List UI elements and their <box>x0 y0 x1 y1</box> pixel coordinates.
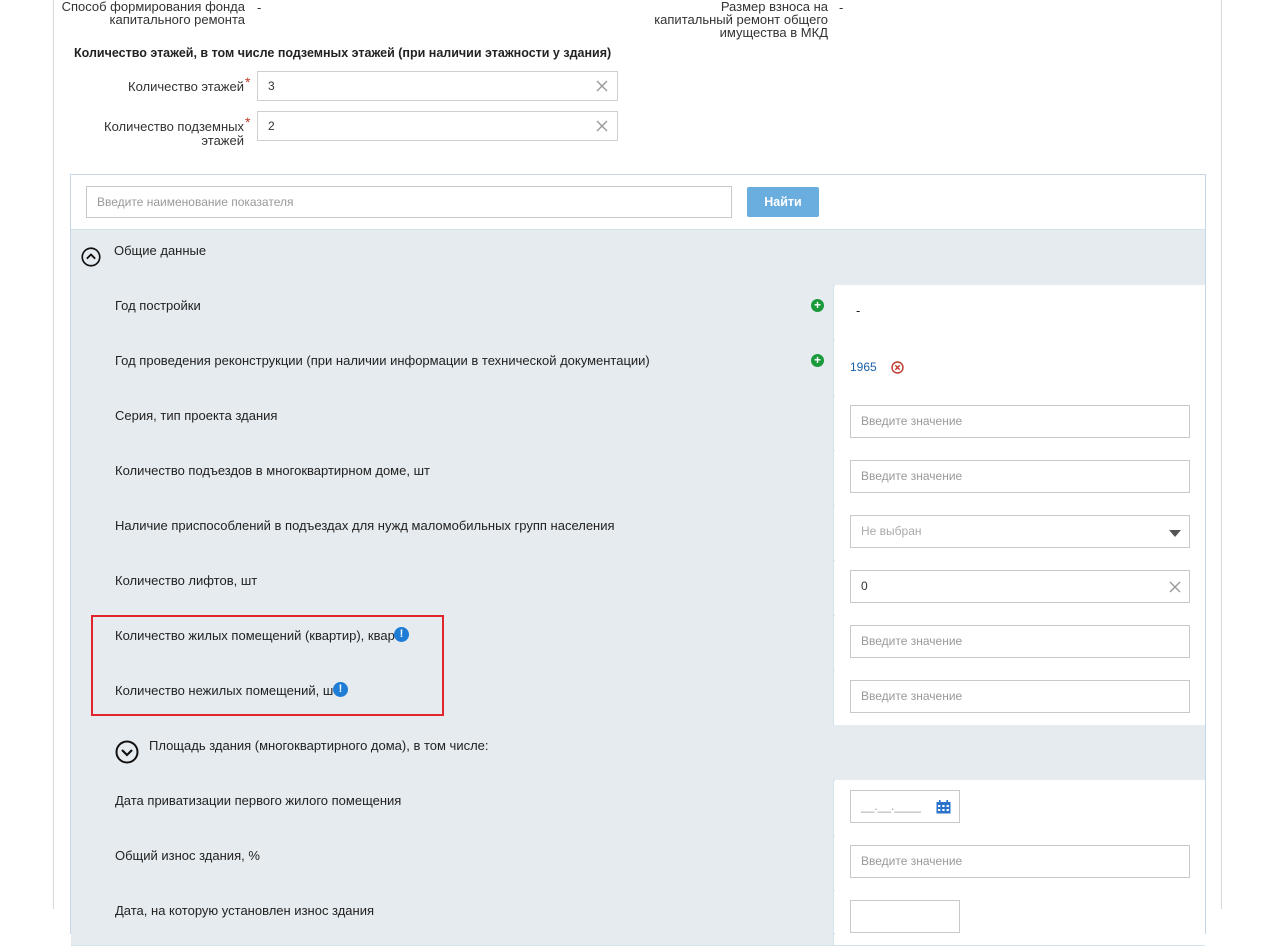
underground-floors-label: Количество подземных этажей <box>104 119 244 148</box>
reconstruction-year-link[interactable]: 1965 <box>850 360 877 374</box>
find-button[interactable]: Найти <box>747 187 819 217</box>
indicators-panel: Введите наименование показателя Найти Об… <box>70 174 1206 946</box>
indicator-search-input[interactable]: Введите наименование показателя <box>86 186 732 218</box>
row-label: Наличие приспособлений в подъездах для н… <box>115 518 615 533</box>
remove-icon[interactable] <box>891 361 904 374</box>
row-value-cell: __.__.____ <box>835 780 1205 835</box>
section-general[interactable]: Общие данные <box>71 230 1205 286</box>
fee-label: Размер взноса на капитальный ремонт обще… <box>654 0 828 40</box>
row-value-cell: Введите значение <box>835 615 1205 670</box>
row-value: - <box>856 303 861 318</box>
floors-input[interactable]: 3 <box>257 71 618 101</box>
underground-floors-input-value: 2 <box>268 119 275 133</box>
row-label: Год постройки <box>115 298 201 313</box>
row-label: Серия, тип проекта здания <box>115 408 278 423</box>
row-value-cell: 1965 <box>835 340 1205 395</box>
lifts-count-value: 0 <box>861 579 868 593</box>
clear-icon[interactable] <box>595 119 609 133</box>
row-value-cell: Введите значение <box>835 450 1205 505</box>
table-row: Количество лифтов, шт 0 <box>71 560 1205 616</box>
section-general-title: Общие данные <box>114 243 207 258</box>
wear-percent-input[interactable]: Введите значение <box>850 845 1190 878</box>
privatization-date-input[interactable]: __.__.____ <box>850 790 960 823</box>
floors-section-title: Количество этажей, в том числе подземных… <box>74 46 612 60</box>
fee-value: - <box>839 0 844 15</box>
row-label-cell: Общий износ здания, % <box>71 835 834 890</box>
row-value-cell: Введите значение <box>835 395 1205 450</box>
table-row: Дата приватизации первого жилого помещен… <box>71 780 1205 836</box>
floors-label: Количество этажей <box>128 79 244 94</box>
row-label-cell: Год проведения реконструкции (при наличи… <box>71 340 834 395</box>
table-row: Количество подъездов в многоквартирном д… <box>71 450 1205 506</box>
fund-method-label: Способ формирования фонда капитального р… <box>61 0 245 27</box>
row-label: Дата, на которую установлен износ здания <box>115 903 375 918</box>
row-label: Дата приватизации первого жилого помещен… <box>115 793 402 808</box>
table-row: Год проведения реконструкции (при наличи… <box>71 340 1205 396</box>
underground-floors-input[interactable]: 2 <box>257 111 618 141</box>
required-mark: * <box>245 114 251 130</box>
project-series-input[interactable]: Введите значение <box>850 405 1190 438</box>
required-mark: * <box>245 74 251 90</box>
row-label-cell: Наличие приспособлений в подъездах для н… <box>71 505 834 560</box>
row-value-cell: 0 <box>835 560 1205 615</box>
lifts-count-input[interactable]: 0 <box>850 570 1190 603</box>
select-value: Не выбран <box>861 524 922 538</box>
row-label: Количество подъездов в многоквартирном д… <box>115 463 430 478</box>
chevron-down-icon[interactable] <box>115 740 139 764</box>
row-value-cell: Введите значение <box>835 835 1205 890</box>
entrances-count-input[interactable]: Введите значение <box>850 460 1190 493</box>
accessibility-select[interactable]: Не выбран <box>850 515 1190 548</box>
wear-date-input[interactable] <box>850 900 960 933</box>
table-row: Серия, тип проекта здания Введите значен… <box>71 395 1205 451</box>
fund-method-value: - <box>257 0 262 15</box>
row-value-cell <box>835 890 1205 945</box>
row-label: Год проведения реконструкции (при наличи… <box>115 353 650 368</box>
table-row: Год постройки + - <box>71 285 1205 341</box>
add-icon[interactable]: + <box>811 299 824 312</box>
table-row: Дата, на которую установлен износ здания <box>71 890 1205 946</box>
row-label-cell: Год постройки + <box>71 285 834 340</box>
caret-down-icon <box>1169 530 1181 537</box>
calendar-icon[interactable] <box>936 800 951 814</box>
row-label-cell: Дата приватизации первого жилого помещен… <box>71 780 834 835</box>
row-value-cell: Не выбран <box>835 505 1205 560</box>
chevron-up-icon[interactable] <box>81 247 101 267</box>
table-row: Общий износ здания, % Введите значение <box>71 835 1205 891</box>
residential-premises-input[interactable]: Введите значение <box>850 625 1190 658</box>
row-label: Общий износ здания, % <box>115 848 260 863</box>
row-label-cell: Количество подъездов в многоквартирном д… <box>71 450 834 505</box>
search-bar: Введите наименование показателя Найти <box>71 175 1205 230</box>
row-value-cell: Введите значение <box>835 670 1205 725</box>
page-frame-right <box>1221 0 1222 909</box>
table-row: Наличие приспособлений в подъездах для н… <box>71 505 1205 561</box>
section-area-title: Площадь здания (многоквартирного дома), … <box>149 738 489 753</box>
row-value-cell: - <box>835 285 1205 340</box>
row-label: Количество лифтов, шт <box>115 573 258 588</box>
section-area[interactable]: Площадь здания (многоквартирного дома), … <box>71 725 1205 781</box>
row-label-cell: Количество лифтов, шт <box>71 560 834 615</box>
clear-icon[interactable] <box>595 79 609 93</box>
page-frame-left <box>53 0 54 909</box>
floors-input-value: 3 <box>268 79 275 93</box>
highlight-box <box>91 615 444 716</box>
row-label-cell: Серия, тип проекта здания <box>71 395 834 450</box>
row-label-cell: Дата, на которую установлен износ здания <box>71 890 834 945</box>
add-icon[interactable]: + <box>811 354 824 367</box>
clear-icon[interactable] <box>1168 580 1182 594</box>
date-placeholder: __.__.____ <box>861 799 922 813</box>
nonresidential-premises-input[interactable]: Введите значение <box>850 680 1190 713</box>
